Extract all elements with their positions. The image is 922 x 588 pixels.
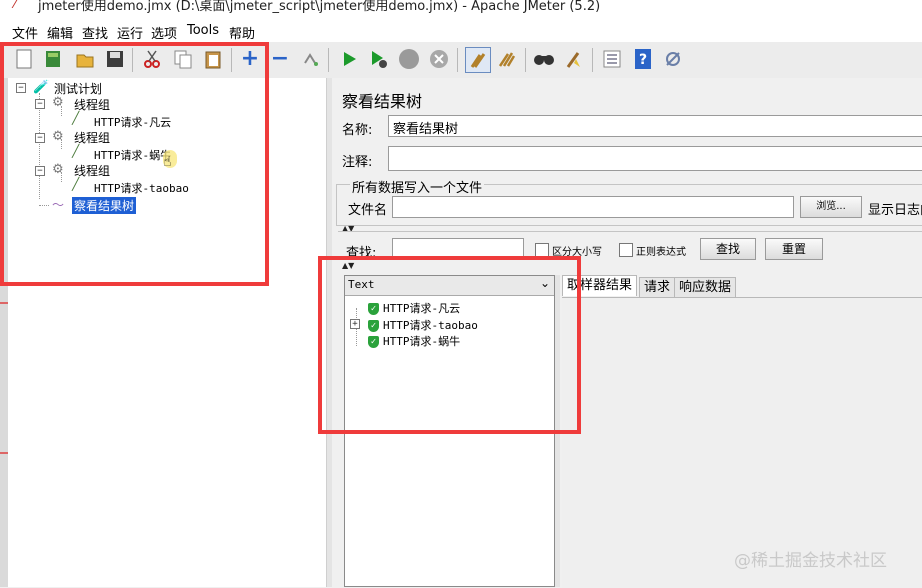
menu-search[interactable]: 查找 (82, 23, 108, 42)
menu-help[interactable]: 帮助 (229, 23, 255, 42)
menu-options[interactable]: 选项 (151, 23, 177, 42)
jmeter-logo-icon: ⁄ (14, 0, 17, 12)
edge-marker (0, 452, 8, 454)
reset-search-icon[interactable] (562, 47, 586, 71)
comment-field[interactable] (388, 146, 922, 171)
start-no-pause-icon[interactable] (367, 47, 391, 71)
filename-field[interactable] (392, 196, 794, 218)
tab-content (562, 297, 922, 588)
watermark: @稀土掘金技术社区 (734, 551, 887, 571)
highlight-box-tree (0, 42, 269, 286)
remote-icon[interactable] (661, 47, 685, 71)
svg-text:?: ? (639, 52, 647, 68)
toggle-icon[interactable] (299, 47, 323, 71)
window-title: jmeter使用demo.jmx (D:\桌面\jmeter_script\jm… (38, 0, 601, 14)
menu-edit[interactable]: 编辑 (47, 23, 73, 42)
shutdown-icon[interactable] (427, 47, 451, 71)
title-bar: ⁄ jmeter使用demo.jmx (D:\桌面\jmeter_script\… (0, 0, 922, 20)
divider (338, 231, 922, 232)
help-icon[interactable]: ? (631, 47, 655, 71)
comment-label: 注释: (342, 155, 373, 170)
find-button[interactable]: 查找 (700, 238, 756, 260)
clear-icon[interactable] (465, 47, 491, 73)
toolbar-separator (328, 48, 329, 72)
start-icon[interactable] (337, 47, 361, 71)
menu-file[interactable]: 文件 (12, 23, 38, 42)
case-sensitive-checkbox[interactable] (535, 243, 549, 257)
regex-label: 正则表达式 (636, 247, 686, 258)
toolbar-separator (457, 48, 458, 72)
filename-label: 文件名 (348, 203, 388, 218)
stop-icon[interactable] (397, 47, 421, 71)
edge-marker (0, 302, 8, 304)
collapse-icon[interactable]: − (268, 47, 292, 71)
browse-button[interactable]: 浏览... (800, 196, 862, 218)
clear-all-icon[interactable] (495, 47, 519, 71)
menu-tools[interactable]: Tools (187, 23, 219, 38)
toolbar-separator (525, 48, 526, 72)
log-toggle-label[interactable]: 显示日志内 (868, 199, 922, 218)
menu-run[interactable]: 运行 (117, 23, 143, 42)
function-helper-icon[interactable] (600, 47, 624, 71)
highlight-box-results (318, 256, 581, 434)
menu-bar: 文件 编辑 查找 运行 选项 Tools 帮助 (0, 20, 922, 42)
panel-title: 察看结果树 (342, 92, 423, 111)
regex-checkbox[interactable] (619, 243, 633, 257)
name-field[interactable]: 察看结果树 (388, 115, 922, 137)
reset-button[interactable]: 重置 (765, 238, 823, 260)
tab-request[interactable]: 请求 (639, 277, 676, 298)
toolbar-separator (592, 48, 593, 72)
search-icon[interactable] (532, 47, 556, 71)
write-all-title: 所有数据写入一个文件 (350, 177, 485, 196)
name-label: 名称: (342, 123, 373, 138)
tab-response-data[interactable]: 响应数据 (674, 277, 737, 298)
